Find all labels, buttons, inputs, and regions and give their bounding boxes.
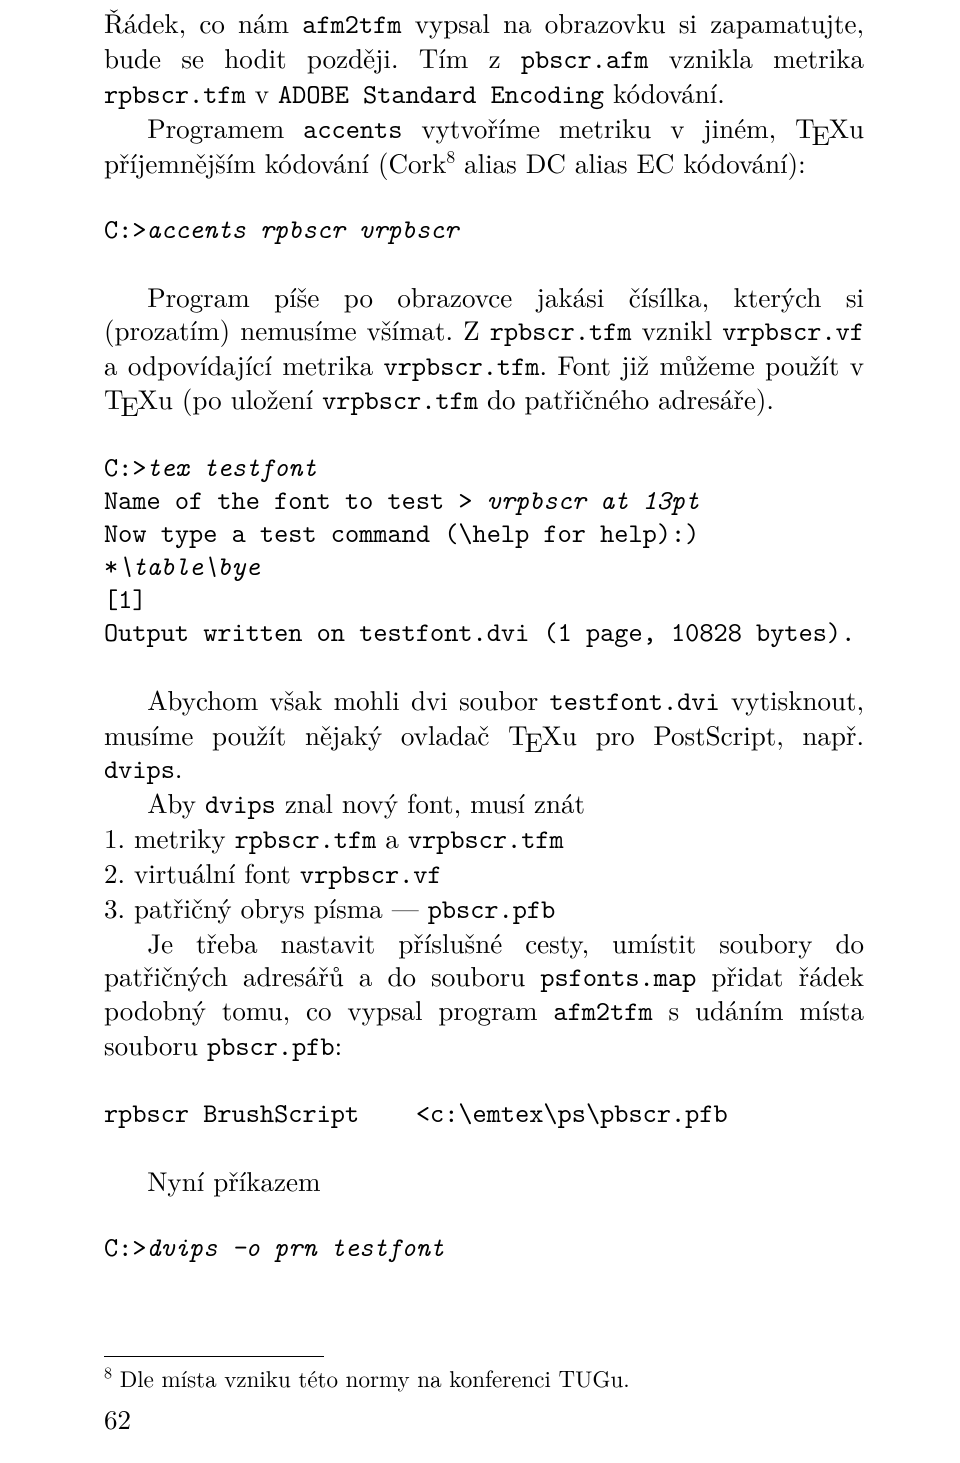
code: afm2tfm bbox=[302, 6, 401, 42]
code: accents bbox=[303, 111, 402, 147]
command-input: tex testfont bbox=[147, 449, 317, 485]
output-line: Now type a test command (\help for help)… bbox=[104, 515, 699, 551]
text: 3. patřičný obrys písma — bbox=[104, 888, 428, 926]
list-item-2: 2. virtuální font vrpbscr.vf bbox=[104, 856, 864, 891]
text: vznikl bbox=[632, 310, 723, 348]
code: rpbscr.tfm bbox=[104, 76, 246, 112]
page-number: 62 bbox=[104, 1402, 131, 1435]
tex-x: X bbox=[138, 379, 158, 417]
prompt-star: * bbox=[104, 548, 118, 584]
paragraph-5: Aby dvips znal nový font, musí znát bbox=[104, 786, 864, 821]
tex-logo: TEX bbox=[508, 715, 562, 753]
text: Nyní příkazem bbox=[147, 1161, 320, 1199]
text: Programem bbox=[147, 108, 303, 146]
footnote-ref: 8 bbox=[446, 144, 455, 169]
text: Aby bbox=[147, 783, 205, 821]
paragraph-7: Nyní příkazem bbox=[104, 1164, 864, 1197]
page-container: Řádek, co nám afm2tfm vypsal na obrazovk… bbox=[0, 0, 960, 1463]
code: ADOBE Standard Encoding bbox=[278, 76, 604, 112]
text: 1. metriky bbox=[104, 818, 235, 856]
code: vrpbscr.tfm bbox=[322, 382, 478, 418]
text: a bbox=[376, 818, 407, 856]
code: pbscr.pfb bbox=[428, 891, 556, 927]
code: psfonts.map bbox=[540, 959, 696, 995]
footnote-area: 8 Dle místa vzniku této normy na konfere… bbox=[104, 1356, 864, 1393]
code: afm2tfm bbox=[553, 993, 652, 1029]
tex-x: X bbox=[829, 108, 849, 146]
code: testfont.dvi bbox=[550, 683, 720, 719]
text: znal nový font, musí znát bbox=[276, 783, 585, 821]
output-line: Name of the font to test > bbox=[104, 482, 487, 518]
text: v bbox=[246, 73, 278, 111]
tex-logo: TEX bbox=[795, 108, 849, 146]
tex-e: E bbox=[525, 722, 543, 760]
paragraph-1: Řádek, co nám afm2tfm vypsal na obrazovk… bbox=[104, 6, 864, 111]
tex-e: E bbox=[812, 115, 830, 153]
text: do patřičného adresáře). bbox=[478, 379, 774, 417]
footnote: 8 Dle místa vzniku této normy na konfere… bbox=[104, 1363, 864, 1393]
text: a odpovídající metrika bbox=[104, 345, 384, 383]
code: vrpbscr.vf bbox=[300, 856, 442, 892]
user-input: vrpbscr at 13pt bbox=[487, 482, 700, 518]
text: Abychom však mohli dvi soubor bbox=[147, 680, 549, 718]
code: pbscr.afm bbox=[521, 41, 649, 77]
user-input: \table\bye bbox=[118, 548, 260, 584]
tex-x: X bbox=[542, 715, 562, 753]
tex-e: E bbox=[121, 386, 139, 424]
text: u (po uložení bbox=[158, 379, 322, 417]
paragraph-2: Programem accents vytvoříme metriku v ji… bbox=[104, 111, 864, 179]
text: : bbox=[335, 1025, 343, 1063]
text: . bbox=[175, 748, 183, 786]
map-line: rpbscr BrushScript <c:\emtex\ps\pbscr.pf… bbox=[104, 1097, 864, 1130]
text: vytvoříme metriku v jiném, bbox=[402, 108, 795, 146]
terminal-block: C:>tex testfont Name of the font to test… bbox=[104, 451, 864, 649]
paragraph-4: Abychom však mohli dvi soubor testfont.d… bbox=[104, 683, 864, 786]
tex-logo: TEX bbox=[104, 379, 158, 417]
prompt: C:> bbox=[104, 1229, 147, 1265]
command-input: dvips -o prn testfont bbox=[147, 1229, 445, 1265]
output-line: [1] bbox=[104, 581, 147, 617]
text: Řádek, co nám bbox=[104, 3, 302, 41]
paragraph-3: Program píše po obrazovce jakási čísílka… bbox=[104, 280, 864, 418]
prompt: C:> bbox=[104, 211, 147, 247]
code-line: rpbscr BrushScript <c:\emtex\ps\pbscr.pf… bbox=[104, 1095, 728, 1131]
command-input: accents rpbscr vrpbscr bbox=[147, 211, 459, 247]
text: alias DC alias EC kódování): bbox=[455, 143, 806, 181]
code: rpbscr.tfm bbox=[235, 821, 377, 857]
code: dvips bbox=[205, 786, 276, 822]
command-1: C:>accents rpbscr vrpbscr bbox=[104, 213, 864, 246]
text: 2. virtuální font bbox=[104, 853, 300, 891]
command-2: C:>dvips -o prn testfont bbox=[104, 1231, 864, 1264]
prompt: C:> bbox=[104, 449, 147, 485]
text: . Font již můžeme použít v bbox=[539, 345, 864, 383]
text: kódování. bbox=[604, 73, 725, 111]
paragraph-6: Je třeba nastavit příslušné cesty, umíst… bbox=[104, 926, 864, 1064]
footnote-rule bbox=[104, 1356, 324, 1357]
code: dvips bbox=[104, 751, 175, 787]
code: pbscr.pfb bbox=[207, 1028, 335, 1064]
output-line: Output written on testfont.dvi (1 page, … bbox=[104, 614, 855, 650]
code: rpbscr.tfm bbox=[490, 313, 632, 349]
text: vznikla metrika bbox=[648, 38, 864, 76]
footnote-mark: 8 bbox=[104, 1360, 112, 1383]
code: vrpbscr.tfm bbox=[408, 821, 564, 857]
text: u pro PostScript, např. bbox=[562, 715, 864, 753]
list-item-1: 1. metriky rpbscr.tfm a vrpbscr.tfm bbox=[104, 821, 864, 856]
footnote-text: Dle místa vzniku této normy na konferenc… bbox=[112, 1361, 630, 1394]
code: vrpbscr.tfm bbox=[384, 348, 540, 384]
code: vrpbscr.vf bbox=[722, 313, 864, 349]
list-item-3: 3. patřičný obrys písma — pbscr.pfb bbox=[104, 891, 864, 926]
